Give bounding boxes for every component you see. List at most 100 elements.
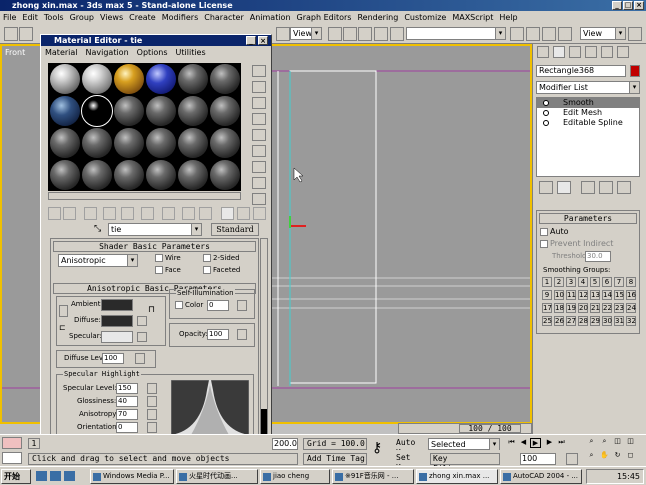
region-zoom-icon[interactable]: ⌕ <box>586 451 597 461</box>
minimize-button[interactable]: _ <box>612 1 622 10</box>
smoothing-group-button[interactable]: 6 <box>602 277 612 287</box>
remove-modifier-icon[interactable] <box>599 181 613 194</box>
smoothing-group-button[interactable]: 27 <box>566 316 576 326</box>
material-slot[interactable] <box>210 64 240 94</box>
start-button[interactable]: 开始 <box>1 469 31 484</box>
material-effects-channel-icon[interactable] <box>182 207 195 220</box>
auto-key-button[interactable]: Auto Key <box>396 438 428 450</box>
create-tab-icon[interactable] <box>537 46 549 58</box>
material-navigator-icon[interactable] <box>252 193 266 205</box>
sample-type-icon[interactable] <box>252 65 266 77</box>
redo-button[interactable] <box>19 27 33 41</box>
smoothing-group-button[interactable]: 29 <box>590 316 600 326</box>
background-icon[interactable] <box>252 97 266 109</box>
specular-map-button[interactable] <box>137 332 147 342</box>
stack-item-smooth[interactable]: Smooth <box>537 98 639 108</box>
maximize-button[interactable]: □ <box>623 1 633 10</box>
render-scene-button[interactable] <box>558 27 572 41</box>
lightbulb-icon[interactable] <box>543 100 549 106</box>
slots-scrollbar[interactable] <box>48 192 241 200</box>
material-type-button[interactable]: Standard <box>211 223 259 236</box>
media-icon[interactable] <box>64 471 75 481</box>
current-frame-field[interactable]: 100 <box>520 453 556 465</box>
close-button[interactable]: × <box>634 1 644 10</box>
material-slot[interactable] <box>50 64 80 94</box>
menu-maxscript[interactable]: MAXScript <box>449 13 496 22</box>
menu-rendering[interactable]: Rendering <box>354 13 401 22</box>
menu-tools[interactable]: Tools <box>41 13 67 22</box>
object-name-field[interactable]: Rectangle368 <box>536 65 626 77</box>
menu-views[interactable]: Views <box>97 13 126 22</box>
material-slot[interactable] <box>50 128 80 158</box>
wire-checkbox[interactable]: Wire <box>155 254 181 262</box>
face-map-checkbox[interactable]: Face <box>155 266 181 274</box>
menu-graph-editors[interactable]: Graph Editors <box>294 13 355 22</box>
video-color-check-icon[interactable] <box>252 129 266 141</box>
assign-material-icon[interactable] <box>84 207 97 220</box>
key-icon[interactable]: ⚷ <box>372 441 382 455</box>
smoothing-group-button[interactable]: 24 <box>626 303 636 313</box>
opacity-map-button[interactable] <box>237 329 247 340</box>
put-material-icon[interactable] <box>63 207 76 220</box>
parameters-rollout-title[interactable]: Parameters <box>539 213 637 224</box>
goto-start-icon[interactable]: ⏮ <box>506 438 517 448</box>
material-slot[interactable] <box>178 96 208 126</box>
glossiness-input[interactable]: 40 <box>116 396 138 407</box>
smoothing-group-button[interactable]: 8 <box>626 277 636 287</box>
material-slot[interactable] <box>114 128 144 158</box>
material-slot[interactable] <box>210 128 240 158</box>
menu-options[interactable]: Options <box>133 48 172 57</box>
smoothing-group-button[interactable]: 21 <box>590 303 600 313</box>
material-slot[interactable] <box>146 160 176 190</box>
time-config-icon[interactable] <box>566 453 578 465</box>
menu-edit[interactable]: Edit <box>19 13 41 22</box>
next-frame-icon[interactable]: ▶ <box>544 438 555 448</box>
anisotropy-input[interactable]: 70 <box>116 409 138 420</box>
self-illum-color-checkbox[interactable]: Color <box>175 301 203 309</box>
play-icon[interactable]: ▶ <box>530 438 541 448</box>
show-map-in-viewport-icon[interactable] <box>199 207 212 220</box>
orientation-input[interactable]: 0 <box>116 422 138 433</box>
pan-icon[interactable]: ✋ <box>599 451 610 461</box>
quick-render-button[interactable] <box>628 27 642 41</box>
two-sided-checkbox[interactable]: 2-Sided <box>203 254 240 262</box>
diffuse-level-input[interactable]: 100 <box>102 353 124 364</box>
smoothing-group-button[interactable]: 18 <box>554 303 564 313</box>
object-color-swatch[interactable] <box>630 65 640 77</box>
angle-snap-button[interactable] <box>343 27 357 41</box>
material-slot[interactable] <box>146 64 176 94</box>
task-autocad[interactable]: AutoCAD 2004 - ... <box>500 469 582 484</box>
motion-tab-icon[interactable] <box>585 46 597 58</box>
self-illum-map-button[interactable] <box>237 300 247 311</box>
smoothing-group-button[interactable]: 17 <box>542 303 552 313</box>
smoothing-group-button[interactable]: 7 <box>614 277 624 287</box>
menu-material[interactable]: Material <box>41 48 82 57</box>
shader-type-dropdown[interactable]: Anisotropic <box>58 254 138 267</box>
smoothing-group-button[interactable]: 5 <box>590 277 600 287</box>
smoothing-group-button[interactable]: 16 <box>626 290 636 300</box>
menu-modifiers[interactable]: Modifiers <box>159 13 202 22</box>
zoom-icon[interactable]: ⌕ <box>586 437 597 447</box>
zoom-all-icon[interactable]: ⌕ <box>599 437 610 447</box>
go-forward-sibling-icon[interactable] <box>253 207 266 220</box>
key-filters-button[interactable]: Key Filters... <box>430 453 500 473</box>
opacity-input[interactable]: 100 <box>207 329 229 340</box>
menu-group[interactable]: Group <box>67 13 97 22</box>
self-illum-value-input[interactable]: 0 <box>207 300 229 311</box>
hierarchy-tab-icon[interactable] <box>569 46 581 58</box>
material-slot[interactable] <box>114 96 144 126</box>
material-slot[interactable] <box>50 96 80 126</box>
previous-frame-icon[interactable]: ◀ <box>518 438 529 448</box>
material-slot[interactable] <box>210 96 240 126</box>
material-slot[interactable] <box>178 64 208 94</box>
undo-button[interactable] <box>4 27 18 41</box>
show-end-result-icon[interactable] <box>221 207 234 220</box>
make-unique-icon[interactable] <box>581 181 595 194</box>
menu-animation[interactable]: Animation <box>247 13 294 22</box>
snap-toggle-button[interactable] <box>328 27 342 41</box>
smoothing-group-button[interactable]: 4 <box>578 277 588 287</box>
task-jiao-cheng[interactable]: jiao cheng <box>260 469 330 484</box>
utilities-tab-icon[interactable] <box>617 46 629 58</box>
modify-tab-icon[interactable] <box>553 46 565 58</box>
spinner-snap-button[interactable] <box>374 27 388 41</box>
